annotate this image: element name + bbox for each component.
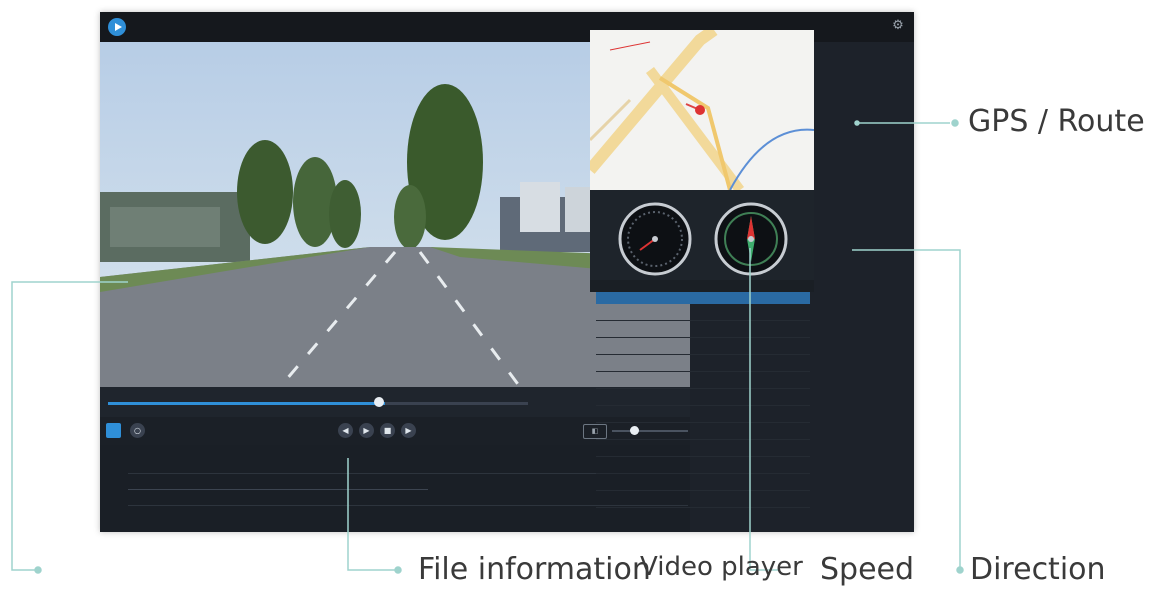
callout-speed: Speed [820,552,915,587]
callout-file-information: File information [418,552,651,587]
callout-direction: Direction [970,552,1106,587]
callout-video-player: Video player [640,552,803,582]
callout-gps-route: GPS / Route [968,104,1145,139]
callout-lines [11,119,964,574]
